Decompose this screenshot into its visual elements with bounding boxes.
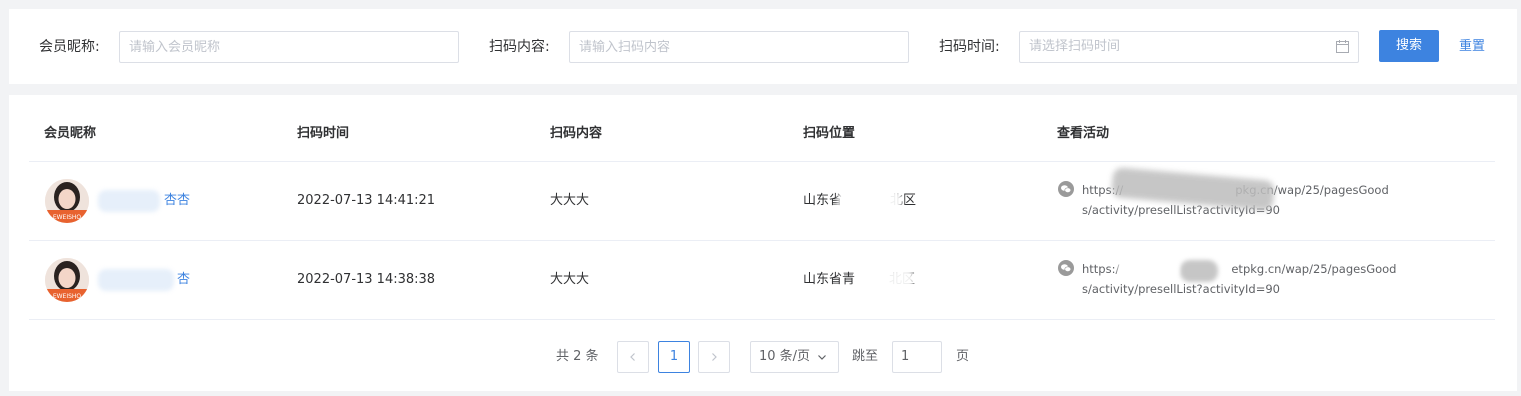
jump-page-input[interactable]: 1 bbox=[892, 341, 942, 373]
content-filter-input[interactable] bbox=[569, 31, 909, 63]
column-header-time: 扫码时间 bbox=[297, 126, 350, 141]
scan-time: 2022-07-13 14:38:38 bbox=[297, 272, 436, 287]
row-divider bbox=[29, 240, 1495, 241]
scan-location-prefix: 山东省青 bbox=[803, 272, 856, 287]
scan-location-prefix: 山东省 bbox=[803, 193, 843, 208]
column-header-activity: 查看活动 bbox=[1057, 126, 1110, 141]
page-size-select[interactable]: 10 条/页 bbox=[750, 341, 839, 373]
prev-page-button[interactable] bbox=[617, 341, 649, 373]
column-header-nickname: 会员昵称 bbox=[44, 126, 97, 141]
time-filter-picker[interactable]: 请选择扫码时间 bbox=[1019, 31, 1359, 63]
avatar-badge-text: EWEISHO bbox=[53, 293, 82, 300]
activity-link-line2: s/activity/presellList?activityId=90 bbox=[1082, 282, 1280, 296]
avatar[interactable]: EWEISHO bbox=[45, 179, 89, 223]
member-nickname-text: 杏 bbox=[177, 272, 191, 287]
pagination-total: 共 2 条 bbox=[556, 349, 599, 364]
chevron-right-icon bbox=[712, 352, 717, 361]
nickname-redaction bbox=[98, 269, 174, 291]
avatar[interactable]: EWEISHO bbox=[45, 258, 89, 302]
nickname-redaction bbox=[98, 190, 160, 212]
chevron-left-icon bbox=[630, 352, 635, 361]
scan-content: 大大大 bbox=[550, 272, 590, 287]
search-button[interactable]: 搜索 bbox=[1379, 30, 1439, 62]
page-number-button[interactable]: 1 bbox=[658, 341, 690, 373]
page-size-value: 10 条/页 bbox=[759, 349, 811, 364]
column-header-content: 扫码内容 bbox=[550, 126, 603, 141]
link-redaction bbox=[1180, 260, 1218, 282]
activity-link[interactable]: https:/ etpkg.cn/wap/25/pagesGood s/activ… bbox=[1058, 259, 1418, 299]
header-divider bbox=[29, 161, 1495, 162]
jump-label: 跳至 bbox=[852, 349, 879, 364]
reset-button[interactable]: 重置 bbox=[1459, 37, 1485, 57]
location-redaction bbox=[862, 269, 914, 291]
location-redaction bbox=[838, 190, 902, 212]
row-divider bbox=[29, 319, 1495, 320]
avatar-photo: EWEISHO bbox=[45, 179, 89, 223]
avatar-badge-text: EWEISHO bbox=[53, 214, 82, 221]
nickname-filter-label: 会员昵称: bbox=[39, 39, 100, 55]
calendar-icon bbox=[1336, 40, 1349, 53]
nickname-filter-input[interactable] bbox=[119, 31, 459, 63]
content-filter-label: 扫码内容: bbox=[489, 39, 550, 55]
time-filter-placeholder: 请选择扫码时间 bbox=[1029, 39, 1121, 54]
link-redaction-light bbox=[1118, 258, 1178, 280]
activity-link-end: etpkg.cn/wap/25/pagesGood bbox=[1231, 262, 1397, 276]
chevron-down-icon bbox=[818, 355, 826, 360]
activity-link-start: https:/ bbox=[1082, 262, 1120, 276]
member-nickname-text: 杏杏 bbox=[164, 193, 191, 208]
avatar-photo: EWEISHO bbox=[45, 258, 89, 302]
next-page-button[interactable] bbox=[698, 341, 730, 373]
time-filter-label: 扫码时间: bbox=[939, 39, 1000, 55]
jump-page-suffix: 页 bbox=[956, 349, 970, 364]
scan-content: 大大大 bbox=[550, 193, 590, 208]
column-header-location: 扫码位置 bbox=[803, 126, 856, 141]
scan-time: 2022-07-13 14:41:21 bbox=[297, 193, 436, 208]
